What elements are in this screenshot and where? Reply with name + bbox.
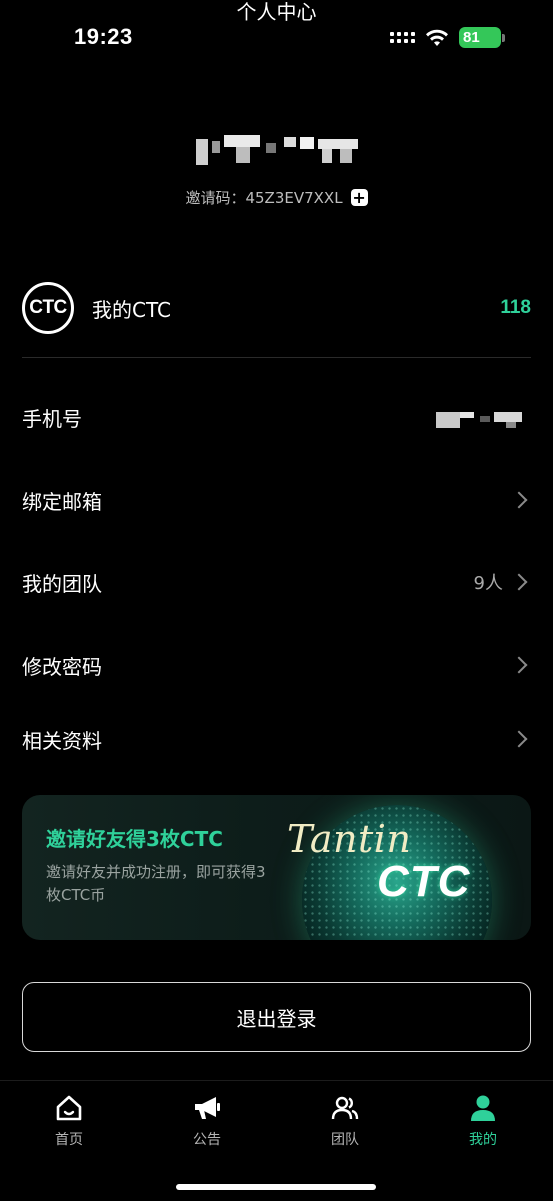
tab-mine-label: 我的 (469, 1132, 497, 1148)
menu-item-docs[interactable]: 相关资料 (22, 719, 531, 759)
banner-description: 邀请好友并成功注册，即可获得3枚CTC币 (46, 863, 266, 904)
menu-item-phone-label: 手机号 (22, 406, 82, 431)
battery-icon: 81 (459, 27, 505, 48)
menu-item-team[interactable]: 我的团队 9人 (22, 562, 531, 602)
phone-number-redacted (436, 406, 531, 428)
brand-script-logo: Tantin (287, 817, 412, 861)
tab-team-label: 团队 (331, 1132, 359, 1148)
invite-code-text: 邀请码：45Z3EV7XXL (185, 187, 342, 208)
divider (22, 357, 531, 358)
menu-item-phone[interactable]: 手机号 (22, 397, 531, 437)
chevron-right-icon (510, 573, 528, 591)
profile-icon (471, 1095, 495, 1121)
status-time: 19:23 (74, 24, 133, 49)
profile-name-redacted (196, 135, 366, 165)
invite-code-row: 邀请码：45Z3EV7XXL + (0, 187, 553, 208)
ctc-logo-icon: CTC (22, 282, 74, 334)
home-indicator (176, 1184, 376, 1190)
status-icons: 81 (390, 27, 505, 48)
tab-announcements-label: 公告 (193, 1132, 221, 1148)
copy-icon[interactable]: + (350, 189, 368, 206)
banner-title: 邀请好友得3枚CTC (46, 827, 223, 851)
tab-home[interactable]: 首页 (24, 1093, 114, 1149)
tab-mine[interactable]: 我的 (438, 1093, 528, 1149)
menu-item-docs-label: 相关资料 (22, 728, 102, 753)
menu-item-team-label: 我的团队 (22, 571, 102, 596)
chevron-right-icon (510, 491, 528, 509)
tab-announcements[interactable]: 公告 (162, 1093, 252, 1149)
tab-bar: 首页 公告 团队 我的 (0, 1080, 553, 1201)
ctc-balance: 118 (500, 297, 531, 318)
my-ctc-label: 我的CTC (92, 297, 171, 322)
invite-code-label: 邀请码： (185, 189, 246, 207)
menu-item-password[interactable]: 修改密码 (22, 645, 531, 685)
status-bar: 个人中心 19:23 81 (0, 0, 553, 70)
tab-team[interactable]: 团队 (300, 1093, 390, 1149)
menu-item-email-label: 绑定邮箱 (22, 489, 102, 514)
chevron-right-icon (510, 730, 528, 748)
menu-item-email[interactable]: 绑定邮箱 (22, 480, 531, 520)
wifi-icon (426, 29, 448, 46)
battery-level: 81 (459, 27, 501, 48)
tab-home-label: 首页 (55, 1132, 83, 1148)
home-icon (56, 1095, 82, 1121)
team-icon (331, 1096, 359, 1120)
menu-item-password-label: 修改密码 (22, 654, 102, 679)
team-count: 9人 (473, 573, 503, 594)
invite-code-value: 45Z3EV7XXL (245, 189, 343, 207)
megaphone-icon (195, 1097, 220, 1119)
my-ctc-row[interactable]: CTC 我的CTC 118 (22, 279, 531, 337)
page-title: 个人中心 (236, 0, 317, 24)
invite-banner[interactable]: Tantin CTC 邀请好友得3枚CTC 邀请好友并成功注册，即可获得3枚CT… (22, 795, 531, 940)
chevron-right-icon (510, 656, 528, 674)
signal-icon (390, 32, 415, 43)
logout-button[interactable]: 退出登录 (22, 982, 531, 1052)
brand-ctc-logo: CTC (377, 857, 471, 906)
